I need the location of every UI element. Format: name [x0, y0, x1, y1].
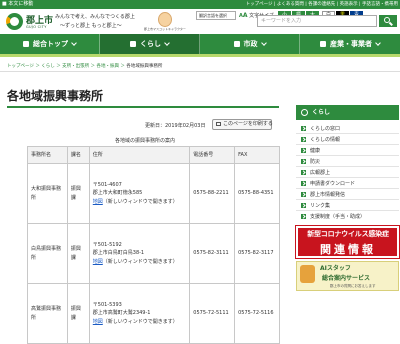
- covid-banner-subtitle: 関連情報: [320, 243, 376, 256]
- table-header-row: 事務所名 課名 住所 電話番号 FAX: [27, 146, 280, 164]
- divider: [0, 71, 400, 72]
- table-row: 白鳥振興事務所 振興課 〒501-5192 郡上市白鳥町白鳥38-1 地図（新しいウ…: [27, 223, 280, 284]
- skip-to-content-link[interactable]: ■ 本文に移動: [2, 0, 33, 9]
- nav-item-government[interactable]: 市政: [200, 34, 300, 54]
- table-row: 大和振興事務所 振興課 〒501-4607 郡上市大和町徳永585 地図（新しいウィ…: [27, 163, 280, 224]
- header-office: 事務所名: [27, 146, 68, 164]
- address-cell: 〒501-4607 郡上市大和町徳永585 地図（新しいウィンドウで開きます）: [88, 163, 191, 224]
- industry-icon: [320, 40, 326, 47]
- slogan-line-2: 〜ずっと郡上 もっと郡上〜: [60, 23, 122, 29]
- chevron-down-icon: [260, 39, 267, 46]
- nav-item-life[interactable]: くらし: [100, 34, 200, 54]
- section-name: 振興課: [66, 163, 90, 224]
- printer-icon: [216, 121, 221, 126]
- updated-date: 更新日：2019年02月03日: [145, 123, 206, 129]
- office-name: 白鳥振興事務所: [27, 223, 68, 284]
- chevron-right-icon: [301, 202, 306, 208]
- divider: [296, 133, 399, 134]
- divider: [296, 188, 399, 189]
- chevron-right-icon: [301, 158, 306, 164]
- sidebar-heading: くらし: [296, 105, 399, 120]
- chevron-right-icon: [301, 180, 306, 186]
- map-link[interactable]: 地図: [93, 259, 103, 265]
- chevron-right-icon: [301, 136, 306, 142]
- office-name: 大和振興事務所: [27, 163, 68, 224]
- breadcrumb: トップページ ＞ くらし ＞ 支所・出張所 ＞ 各地・振興 ＞ 各地域振興事務所: [7, 63, 162, 69]
- breadcrumb-path[interactable]: トップページ ＞ くらし ＞ 支所・出張所 ＞ 各地・振興 ＞: [7, 64, 125, 69]
- sidebar-item-pr[interactable]: 広報郡上: [301, 169, 330, 176]
- section-name: 振興課: [66, 223, 90, 284]
- mascot-caption: 郡上市マスコットキャラクター: [144, 27, 186, 31]
- divider: [296, 166, 399, 167]
- phone-cell: 0575-88-2211: [189, 163, 236, 224]
- robot-icon: [300, 265, 315, 283]
- office-name: 高鷲振興事務所: [27, 283, 68, 344]
- search-input[interactable]: キーワードを入力: [257, 15, 377, 27]
- chevron-down-icon: [375, 39, 381, 46]
- header-fax: FAX: [234, 146, 280, 164]
- language-select[interactable]: 翻訳言語を選択: [196, 11, 236, 20]
- fax-cell: 0575-72-5116: [234, 283, 280, 344]
- table-row: 高鷲振興事務所 振興課 〒501-5393 郡上市高鷲町大鷲2349-1 地図（新し…: [27, 283, 280, 344]
- chevron-down-icon: [164, 39, 170, 46]
- life-icon: [301, 109, 308, 116]
- sidebar-item-disaster[interactable]: 防災: [301, 158, 320, 165]
- divider: [296, 155, 399, 156]
- sidebar-item-download[interactable]: 申請書ダウンロード: [301, 180, 355, 187]
- life-icon: [130, 40, 136, 47]
- sidebar-item-health[interactable]: 健康: [301, 147, 320, 154]
- covid-banner-title: 新型コロナウイルス感染症: [307, 230, 389, 238]
- address-cell: 〒501-5192 郡上市白鳥町白鳥38-1 地図（新しいウィンドウで開きます）: [88, 223, 191, 284]
- header-address: 住所: [88, 146, 191, 164]
- sidebar-item-info[interactable]: くらしの情報: [301, 136, 340, 143]
- divider: [296, 177, 399, 178]
- ai-banner-note: 郡上市の質問にお答えします: [330, 284, 376, 288]
- divider: [296, 199, 399, 200]
- chevron-down-icon: [71, 39, 77, 46]
- title-underline: [7, 106, 279, 108]
- section-name: 振興課: [66, 283, 90, 344]
- phone-cell: 0575-82-3111: [189, 223, 236, 284]
- map-link[interactable]: 地図: [93, 199, 103, 205]
- city-name-roman: GUJO CITY: [26, 25, 47, 29]
- phone-cell: 0575-72-5111: [189, 283, 236, 344]
- ai-banner-title: AIスタッフ: [320, 265, 351, 272]
- chevron-right-icon: [301, 147, 306, 153]
- map-link[interactable]: 地図: [93, 319, 103, 325]
- chevron-right-icon: [301, 125, 306, 131]
- print-button[interactable]: このページを印刷する: [212, 119, 273, 130]
- home-icon: [23, 40, 29, 47]
- city-logo-center: [10, 17, 19, 26]
- utility-links[interactable]: トップページ | よくある質問 | 各課の連絡先 | 英語表示 | 手話言語・携…: [246, 0, 398, 9]
- chevron-right-icon: [301, 191, 306, 197]
- sidebar-item-broadcast[interactable]: 郡上市情報発信: [301, 191, 345, 198]
- sidebar-item-links[interactable]: リンク集: [301, 202, 330, 209]
- sidebar-item-window[interactable]: くらしの窓口: [301, 125, 340, 132]
- ai-banner-subtitle: 総合案内サービス: [322, 275, 371, 282]
- nav-item-business[interactable]: 産業・事業者: [300, 34, 400, 54]
- fax-cell: 0575-82-3117: [234, 223, 280, 284]
- mascot-icon: [158, 12, 172, 27]
- nav-item-home[interactable]: 総合トップ: [0, 34, 100, 54]
- chevron-right-icon: [301, 213, 306, 219]
- office-table: 事務所名 課名 住所 電話番号 FAX 大和振興事務所 振興課 〒501-460…: [27, 146, 280, 344]
- page-title: 各地域振興事務所: [7, 89, 104, 103]
- divider: [296, 144, 399, 145]
- chevron-right-icon: [301, 169, 306, 175]
- header-section: 課名: [66, 146, 90, 164]
- breadcrumb-current: 各地域振興事務所: [126, 64, 163, 69]
- building-icon: [233, 40, 240, 47]
- slogan-line-1: みんなで考え、みんなでつくる郡上: [55, 14, 135, 20]
- header-phone: 電話番号: [189, 146, 236, 164]
- sidebar-item-support[interactable]: 支援制度（手当・助成）: [301, 213, 365, 220]
- fax-cell: 0575-88-4351: [234, 163, 280, 224]
- table-caption: 各地域の振興事務所の案内: [114, 138, 175, 144]
- address-cell: 〒501-5393 郡上市高鷲町大鷲2349-1 地図（新しいウィンドウで開きます）: [88, 283, 191, 344]
- divider: [296, 210, 399, 211]
